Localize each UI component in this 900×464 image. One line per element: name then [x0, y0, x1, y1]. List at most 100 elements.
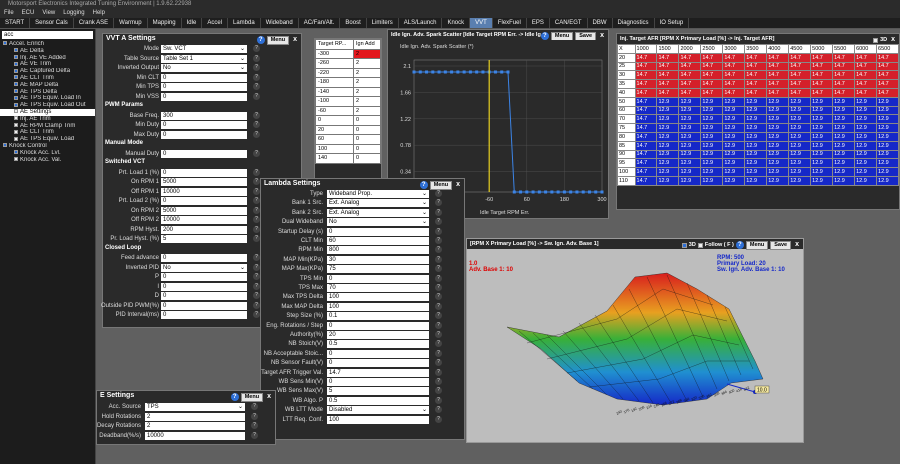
- table-cell[interactable]: 14.7: [634, 140, 658, 151]
- table-cell[interactable]: 12.9: [656, 149, 680, 160]
- chevron-down-icon[interactable]: ⌄: [422, 199, 427, 207]
- table-cell[interactable]: 12.9: [832, 175, 856, 186]
- checked-box-icon[interactable]: [14, 102, 18, 107]
- setting-dropdown[interactable]: No: [161, 263, 247, 272]
- tree-item[interactable]: AE Settings: [0, 108, 95, 116]
- help-icon[interactable]: ?: [435, 274, 442, 282]
- help-icon[interactable]: ?: [253, 54, 260, 62]
- table-cell[interactable]: 0: [353, 153, 381, 164]
- setting-input[interactable]: 0.5: [327, 396, 429, 405]
- tab-start[interactable]: START: [0, 18, 31, 28]
- setting-input[interactable]: 0: [327, 227, 429, 236]
- table-cell[interactable]: 14.7: [876, 79, 899, 89]
- table-cell[interactable]: 14.7: [634, 87, 658, 98]
- menu-button[interactable]: Menu: [550, 31, 574, 40]
- table-cell[interactable]: 12.9: [766, 114, 790, 125]
- help-icon[interactable]: ?: [253, 282, 260, 290]
- table-cell[interactable]: 2: [353, 86, 381, 97]
- table-cell[interactable]: 12.9: [700, 175, 724, 186]
- table-cell[interactable]: 12.9: [810, 123, 834, 133]
- 3d-checkbox[interactable]: [873, 37, 879, 43]
- data-point[interactable]: [443, 70, 447, 74]
- table-cell[interactable]: 14.7: [876, 87, 899, 98]
- table-cell[interactable]: 12.9: [810, 158, 834, 169]
- tree-item[interactable]: AE Captured Delta: [0, 68, 95, 75]
- table-cell[interactable]: 14.7: [634, 52, 658, 63]
- table-cell[interactable]: -260: [315, 58, 354, 69]
- table-cell[interactable]: 12.9: [656, 167, 680, 177]
- setting-input[interactable]: 0: [161, 301, 247, 310]
- data-point[interactable]: [544, 190, 548, 194]
- table-cell[interactable]: 14.7: [744, 79, 768, 89]
- table-cell[interactable]: 12.9: [854, 140, 878, 151]
- table-cell[interactable]: 14.7: [678, 79, 702, 89]
- tab-diagnostics[interactable]: Diagnostics: [613, 18, 655, 28]
- table-cell[interactable]: 12.9: [810, 175, 834, 186]
- data-point[interactable]: [512, 190, 516, 194]
- table-cell[interactable]: 14.7: [832, 61, 856, 72]
- table-cell[interactable]: 14.7: [700, 70, 724, 81]
- table-cell[interactable]: 12.9: [722, 96, 746, 107]
- table-cell[interactable]: 12.9: [810, 167, 834, 177]
- table-cell[interactable]: -100: [315, 96, 354, 107]
- table-cell[interactable]: 12.9: [700, 105, 724, 116]
- table-cell[interactable]: 0: [353, 134, 381, 145]
- table-cell[interactable]: 12.9: [656, 131, 680, 142]
- table-cell[interactable]: 0: [353, 115, 381, 126]
- data-point[interactable]: [450, 70, 454, 74]
- table-cell[interactable]: 12.9: [810, 96, 834, 107]
- help-icon[interactable]: ?: [256, 36, 265, 44]
- checked-box-icon[interactable]: [14, 75, 18, 80]
- table-cell[interactable]: 14.7: [810, 70, 834, 81]
- table-cell[interactable]: 14.7: [832, 52, 856, 63]
- setting-input[interactable]: 2: [145, 412, 245, 421]
- data-point[interactable]: [575, 190, 579, 194]
- table-cell[interactable]: 12.9: [678, 131, 702, 142]
- table-cell[interactable]: 12.9: [876, 96, 899, 107]
- setting-input[interactable]: 0: [161, 83, 247, 91]
- menu-item-view[interactable]: View: [42, 9, 55, 18]
- tree-item[interactable]: AE TPS Equiv. Load Out: [0, 102, 95, 109]
- table-cell[interactable]: 14.7: [854, 61, 878, 72]
- setting-input[interactable]: 0: [161, 168, 247, 177]
- table-cell[interactable]: 14.7: [634, 175, 658, 186]
- table-cell[interactable]: 12.9: [678, 149, 702, 160]
- setting-dropdown[interactable]: Table Set 1: [161, 54, 247, 63]
- table-cell[interactable]: 14.7: [854, 52, 878, 63]
- data-point[interactable]: [569, 190, 573, 194]
- checked-box-icon[interactable]: [14, 68, 18, 73]
- table-cell[interactable]: 2: [353, 67, 381, 78]
- table-cell[interactable]: 14.7: [634, 114, 658, 125]
- setting-input[interactable]: 60: [327, 237, 429, 245]
- table-cell[interactable]: 14.7: [788, 70, 812, 81]
- table-cell[interactable]: 12.9: [766, 175, 790, 186]
- checked-box-icon[interactable]: [14, 55, 18, 60]
- setting-input[interactable]: 10000: [161, 216, 247, 224]
- table-cell[interactable]: 2: [353, 48, 381, 59]
- tab-dbw[interactable]: DBW: [588, 18, 613, 28]
- table-cell[interactable]: 12.9: [766, 105, 790, 116]
- table-cell[interactable]: 14.7: [678, 87, 702, 98]
- setting-input[interactable]: 0: [161, 121, 247, 129]
- table-cell[interactable]: 12.9: [700, 131, 724, 142]
- table-cell[interactable]: 12.9: [722, 114, 746, 125]
- help-icon[interactable]: ?: [253, 73, 260, 81]
- data-point[interactable]: [437, 70, 441, 74]
- table-cell[interactable]: 2: [353, 96, 381, 107]
- table-cell[interactable]: 12.9: [810, 105, 834, 116]
- table-cell[interactable]: 12.9: [700, 167, 724, 177]
- table-cell[interactable]: 14.7: [656, 79, 680, 89]
- table-cell[interactable]: 12.9: [744, 114, 768, 125]
- table-cell[interactable]: 12.9: [700, 149, 724, 160]
- tree-item[interactable]: Inj. AE Trim: [0, 116, 95, 123]
- table-cell[interactable]: 14.7: [656, 87, 680, 98]
- help-icon[interactable]: ?: [253, 45, 260, 52]
- data-point[interactable]: [562, 190, 566, 194]
- table-cell[interactable]: 14.7: [678, 52, 702, 63]
- setting-input[interactable]: 800: [327, 246, 429, 255]
- table-cell[interactable]: 14.7: [788, 52, 812, 63]
- help-icon[interactable]: ?: [253, 292, 260, 299]
- help-icon[interactable]: ?: [435, 321, 442, 329]
- setting-input[interactable]: 0: [327, 274, 429, 283]
- setting-input[interactable]: 5: [327, 387, 429, 396]
